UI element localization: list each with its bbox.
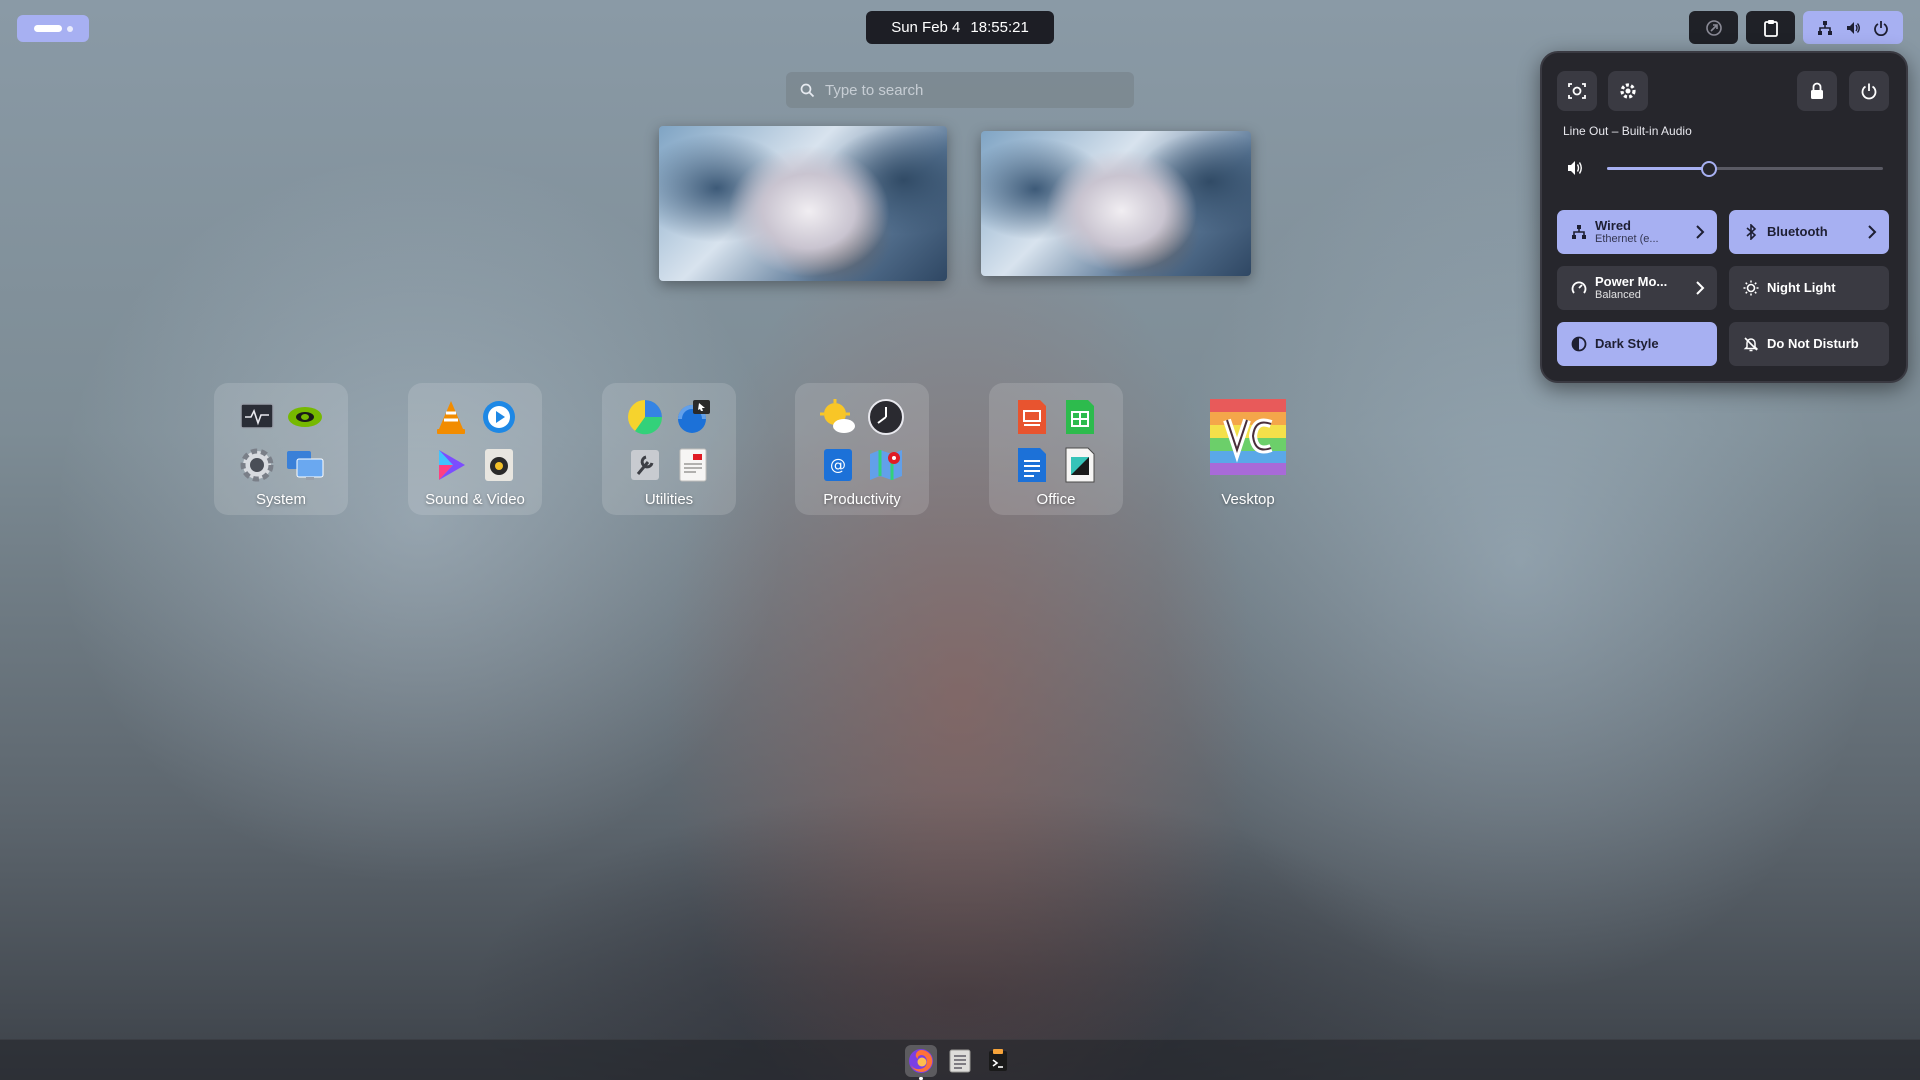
do-not-disturb-title: Do Not Disturb: [1767, 335, 1859, 351]
lock-icon: [1811, 82, 1823, 99]
screenshot-button[interactable]: [1557, 71, 1597, 111]
volume-icon: [1568, 161, 1582, 175]
search-bar[interactable]: [786, 72, 1134, 108]
do-not-disturb-toggle[interactable]: Do Not Disturb: [1729, 322, 1889, 366]
draw-icon: [1060, 445, 1100, 485]
disk-usage-icon: [625, 397, 665, 437]
volume-slider-knob[interactable]: [1701, 161, 1718, 177]
dark-style-title: Dark Style: [1595, 335, 1659, 351]
workspace-inactive-indicator: [66, 25, 73, 32]
dock-item-terminal[interactable]: [982, 1045, 1014, 1077]
vlc-icon: [431, 397, 471, 437]
app-folder-label: Productivity: [823, 491, 901, 508]
chevron-right-icon[interactable]: [1695, 224, 1705, 240]
dark-style-toggle[interactable]: Dark Style: [1557, 322, 1717, 366]
night-light-title: Night Light: [1767, 279, 1836, 295]
dock-item-firefox[interactable]: [905, 1045, 937, 1080]
settings-button[interactable]: [1608, 71, 1648, 111]
video-app-icon: [431, 445, 471, 485]
quick-settings-panel: Line Out – Built-in Audio Wired Ethernet…: [1540, 51, 1908, 383]
power-mode-icon: [1571, 280, 1587, 296]
text-editor-icon: [949, 1049, 971, 1073]
app-folder-label: Office: [1036, 491, 1076, 508]
rhythmbox-icon: [479, 445, 519, 485]
svg-text:@: @: [830, 455, 846, 474]
firefox-icon: [909, 1049, 933, 1073]
search-input[interactable]: [825, 81, 1105, 99]
screenshot-icon: [1568, 83, 1586, 99]
extension-indicator-button[interactable]: [1689, 11, 1738, 44]
terminal-icon: [989, 1049, 1007, 1071]
chevron-right-icon[interactable]: [1695, 280, 1705, 296]
volume-icon: [1847, 21, 1860, 34]
dock-item-text-editor[interactable]: [944, 1045, 976, 1077]
power-icon: [1874, 20, 1888, 36]
power-icon: [1861, 83, 1877, 100]
workspace-thumbnail-1[interactable]: [659, 126, 947, 281]
volume-slider-row: [1563, 153, 1891, 183]
app-label: Vesktop: [1221, 491, 1275, 508]
activities-button[interactable]: [17, 15, 89, 42]
notifications-disabled-icon: [1743, 336, 1759, 352]
app-folder-label: System: [255, 491, 306, 508]
power-mode-subtitle: Balanced: [1595, 289, 1641, 302]
system-monitor-icon: [237, 397, 277, 437]
clock-time: 18:55:21: [970, 19, 1029, 36]
contacts-icon: @: [818, 445, 858, 485]
screenshot-icon: [673, 397, 713, 437]
power-mode-title: Power Mo...: [1595, 273, 1668, 289]
workspace-thumbnail-2[interactable]: [981, 131, 1251, 276]
power-button[interactable]: [1849, 71, 1889, 111]
wired-network-toggle[interactable]: Wired Ethernet (e...: [1557, 210, 1717, 254]
network-wired-icon: [1818, 20, 1832, 35]
bluetooth-title: Bluetooth: [1767, 223, 1828, 239]
dark-style-icon: [1571, 336, 1587, 352]
document-viewer-icon: [673, 445, 713, 485]
app-folder-label: Sound & Video: [425, 491, 525, 508]
clock-button[interactable]: Sun Feb 4 18:55:21: [866, 11, 1054, 44]
bluetooth-toggle[interactable]: Bluetooth: [1729, 210, 1889, 254]
calc-icon: [1060, 397, 1100, 437]
clipboard-icon: [1763, 19, 1778, 37]
power-mode-toggle[interactable]: Power Mo... Balanced: [1557, 266, 1717, 310]
app-folder-label: Utilities: [644, 491, 694, 508]
wired-network-subtitle: Ethernet (e...: [1595, 233, 1659, 246]
chevron-right-icon[interactable]: [1867, 224, 1877, 240]
volume-slider-fill: [1607, 167, 1710, 170]
system-tool-icon: [625, 445, 665, 485]
bluetooth-icon: [1743, 224, 1759, 240]
system-menu-button[interactable]: [1803, 11, 1903, 44]
impress-icon: [1012, 397, 1052, 437]
wired-network-title: Wired: [1595, 217, 1631, 233]
media-player-icon: [479, 397, 519, 437]
extension-icon: [1705, 19, 1722, 36]
clock-icon: [866, 397, 906, 437]
writer-icon: [1012, 445, 1052, 485]
settings-icon: [1620, 83, 1636, 99]
network-wired-icon: [1571, 224, 1587, 240]
clock-date: Sun Feb 4: [891, 19, 961, 36]
night-light-icon: [1743, 280, 1759, 296]
volume-slider[interactable]: [1607, 167, 1883, 170]
lock-button[interactable]: [1797, 71, 1837, 111]
app-vesktop[interactable]: [1209, 398, 1287, 476]
clipboard-indicator-button[interactable]: [1746, 11, 1795, 44]
remote-desktop-icon: [285, 445, 325, 485]
weather-icon: [818, 397, 858, 437]
night-light-toggle[interactable]: Night Light: [1729, 266, 1889, 310]
maps-icon: [866, 445, 906, 485]
vesktop-icon: [1210, 399, 1286, 475]
search-icon: [800, 83, 815, 97]
audio-output-label: Line Out – Built-in Audio: [1563, 124, 1692, 138]
settings-gear-icon: [237, 445, 277, 485]
dock: [0, 1039, 1920, 1080]
nvidia-settings-icon: [285, 397, 325, 437]
workspace-active-indicator: [33, 25, 62, 32]
